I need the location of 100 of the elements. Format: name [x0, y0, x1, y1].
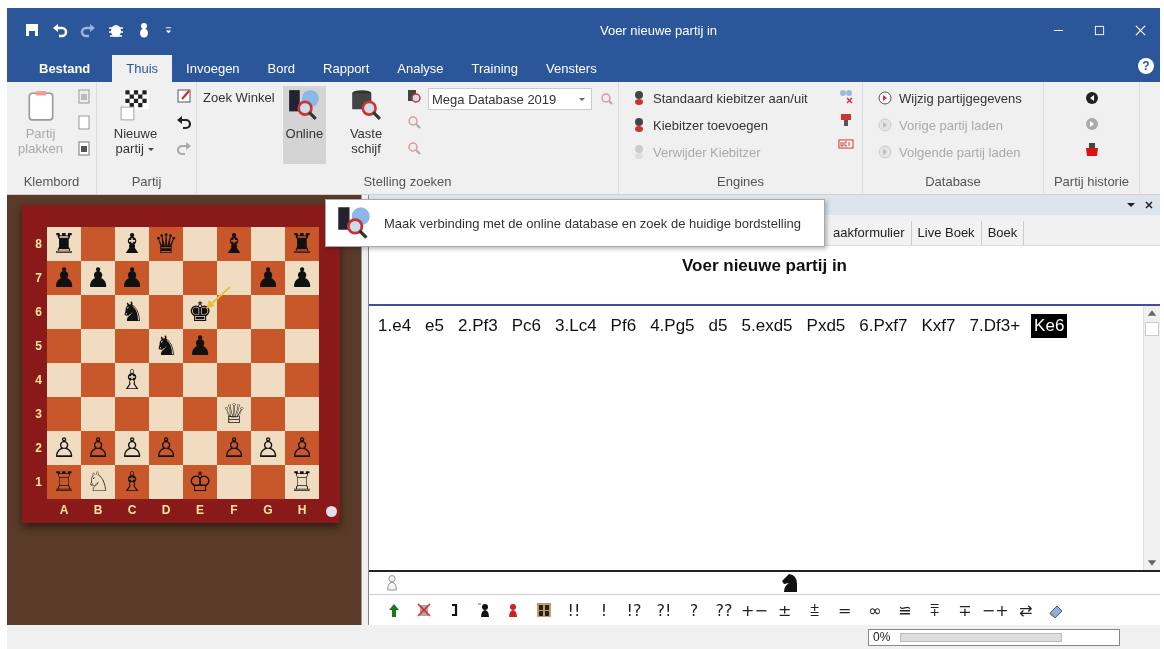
pencil-icon[interactable]	[176, 88, 192, 104]
board-square[interactable]	[217, 329, 251, 363]
board-square[interactable]	[81, 397, 115, 431]
board-square[interactable]	[183, 431, 217, 465]
arrow-up-icon[interactable]	[386, 602, 402, 618]
annotation-symbol[interactable]: ⩱	[919, 600, 950, 620]
annotation-symbol[interactable]: !?	[619, 600, 649, 620]
customize-icon[interactable]	[164, 25, 173, 35]
board-square[interactable]	[183, 363, 217, 397]
annotation-symbol[interactable]: !	[589, 600, 619, 620]
database-search-icon[interactable]	[406, 88, 422, 104]
board-square[interactable]	[115, 329, 149, 363]
move[interactable]: 3.Lc4	[552, 314, 600, 338]
board-square[interactable]	[183, 227, 217, 261]
move[interactable]: d5	[705, 314, 731, 338]
board-square[interactable]	[251, 363, 285, 397]
ribbon-tab[interactable]: Invoegen	[172, 55, 254, 82]
board-square[interactable]	[183, 261, 217, 295]
move[interactable]: e5	[422, 314, 447, 338]
ribbon-tab[interactable]: Thuis	[112, 55, 173, 82]
maximize-icon[interactable]	[1094, 24, 1105, 36]
delete-icon[interactable]	[416, 602, 432, 618]
save-icon[interactable]	[24, 22, 40, 38]
board-square[interactable]	[81, 363, 115, 397]
board-square[interactable]	[47, 295, 81, 329]
move[interactable]: Kxf7	[918, 314, 959, 338]
folder-icon[interactable]	[1083, 142, 1100, 158]
board-square[interactable]	[217, 295, 251, 329]
copy-icon[interactable]	[76, 114, 92, 130]
annotation-symbol[interactable]: ?	[679, 600, 709, 620]
annotation-symbol[interactable]: ∓	[949, 600, 980, 620]
knight-icon[interactable]	[779, 573, 799, 593]
new-game-button[interactable]: Nieuwe partij	[101, 86, 170, 164]
redo-icon[interactable]	[176, 140, 192, 156]
engine-button[interactable]: Kiebitzer toevoegen	[631, 115, 836, 135]
back-icon[interactable]	[1083, 90, 1100, 106]
move[interactable]: 2.Pf3	[455, 314, 501, 338]
magnifier-icon[interactable]	[598, 90, 614, 106]
board-square[interactable]	[285, 397, 319, 431]
board-square[interactable]	[47, 329, 81, 363]
engine-button[interactable]: Standaard kiebitzer aan/uit	[631, 88, 836, 108]
board-square[interactable]	[81, 227, 115, 261]
annotation-symbol[interactable]: ∞	[859, 600, 890, 620]
redo-icon[interactable]	[80, 22, 96, 38]
magnifier-icon[interactable]	[406, 114, 422, 130]
clipboard-icon[interactable]	[76, 88, 92, 104]
move[interactable]: 1.e4	[375, 314, 415, 338]
annotation-symbol[interactable]: ??	[709, 600, 739, 620]
ribbon-tab[interactable]: Training	[457, 55, 533, 82]
annotation-symbol[interactable]: ⇄	[1010, 600, 1041, 620]
board-square[interactable]	[81, 329, 115, 363]
board-square[interactable]	[217, 465, 251, 499]
board-square[interactable]	[149, 295, 183, 329]
annotation-symbol[interactable]: ±	[769, 600, 800, 620]
annotation-symbol[interactable]: +−	[739, 600, 770, 620]
undo-icon[interactable]	[176, 114, 192, 130]
move[interactable]: Ke6	[1031, 314, 1068, 338]
board-square[interactable]	[251, 227, 285, 261]
scrollbar-thumb[interactable]	[1145, 322, 1159, 336]
board-square[interactable]	[217, 261, 251, 295]
board-square[interactable]	[285, 295, 319, 329]
pawn-icon[interactable]	[476, 602, 492, 618]
ribbon-tab[interactable]: Vensters	[532, 55, 611, 82]
board-square[interactable]	[217, 363, 251, 397]
move[interactable]: 5.exd5	[738, 314, 796, 338]
board-square[interactable]	[285, 363, 319, 397]
board-square[interactable]	[149, 363, 183, 397]
ribbon-tab[interactable]: Bord	[253, 55, 310, 82]
annotation-symbol[interactable]: ≌	[889, 600, 920, 620]
dropdown-icon[interactable]	[1126, 200, 1136, 210]
bug-icon[interactable]	[108, 22, 124, 38]
board-square[interactable]	[81, 295, 115, 329]
board-square[interactable]	[149, 465, 183, 499]
ribbon-tab[interactable]: Rapport	[309, 55, 384, 82]
database-button[interactable]: Wijzig partijgegevens	[877, 88, 1039, 108]
move[interactable]: 7.Df3+	[966, 314, 1024, 338]
board-square[interactable]	[47, 363, 81, 397]
board-square[interactable]	[47, 397, 81, 431]
undo-icon[interactable]	[52, 22, 68, 38]
board-square[interactable]	[251, 329, 285, 363]
database-dropdown[interactable]: Mega Database 2019	[428, 88, 592, 110]
board-square[interactable]	[149, 397, 183, 431]
board-square[interactable]	[149, 261, 183, 295]
move[interactable]: 6.Pxf7	[856, 314, 911, 338]
move[interactable]: Pf6	[607, 314, 640, 338]
annotation-symbol[interactable]: ?!	[649, 600, 679, 620]
board-square[interactable]	[251, 295, 285, 329]
close-icon[interactable]	[1144, 200, 1154, 210]
board-document-icon[interactable]	[76, 140, 92, 156]
file-tab[interactable]: Bestand	[19, 55, 113, 82]
board-square[interactable]	[251, 397, 285, 431]
board-square[interactable]	[183, 397, 217, 431]
board-square[interactable]	[285, 329, 319, 363]
annotation-symbol[interactable]: ⩲	[799, 600, 830, 620]
board-square[interactable]	[251, 465, 285, 499]
scrollbar[interactable]	[1143, 306, 1160, 570]
forward-icon[interactable]	[1083, 116, 1100, 132]
annotation-symbol[interactable]: −+	[979, 600, 1011, 620]
board-square[interactable]	[115, 397, 149, 431]
help-button[interactable]: ?	[1138, 58, 1154, 74]
